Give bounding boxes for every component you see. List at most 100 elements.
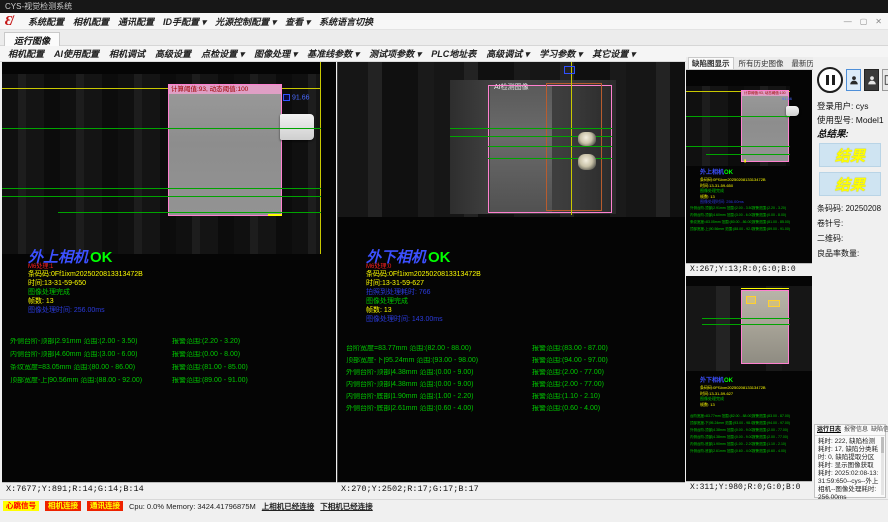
menu-light-config[interactable]: 光源控制配置 ▾: [215, 15, 276, 28]
baseline-yellow-vline: [571, 62, 572, 215]
lower-camera-status: 下相机已经连接: [320, 501, 373, 512]
measurement-row: 外侧台阶-顶部|4.38mm 范围:(0.00 - 9.00)报警范围:(2.0…: [346, 369, 682, 376]
app-window: CYS-视觉检测系统 Ɛ̸ 系统配置 相机配置 通讯配置 ID手配置 ▾ 光源控…: [0, 0, 888, 522]
alarm-range: 报警范围:(0.60 - 4.00): [532, 405, 600, 412]
status-bar: 心跳信号 相机连接 通讯连接 Cpu: 0.0% Memory: 3424.41…: [0, 499, 888, 512]
menu-language-switch[interactable]: 系统语言切换: [319, 15, 373, 28]
menu-comm-config[interactable]: 通讯配置: [118, 15, 154, 28]
mini-result-block: 外上相机OK 条码码:0Ff1ixm2025020813313472B 时间:1…: [700, 170, 766, 205]
tool-advanced-settings[interactable]: 高级设置: [155, 47, 191, 60]
camera-view-upper[interactable]: 计算阈值:93, 动态阈值:100 91.66 外上相机OK M6处理:1 条码…: [2, 62, 336, 482]
tool-other-settings[interactable]: 其它设置 ▾: [592, 47, 635, 60]
result-status: OK: [90, 249, 113, 266]
alarm-range: 报警范围:(1.10 - 2.10): [532, 393, 600, 400]
tool-camera-config[interactable]: 相机配置: [8, 47, 44, 60]
highlight-mark: [768, 300, 780, 307]
measurement-value: 内侧台阶-底部|1.90mm 范围:(1.00 - 2.20): [346, 393, 532, 400]
measure-line: [702, 324, 790, 325]
menu-idhand-config[interactable]: ID手配置 ▾: [163, 15, 206, 28]
qr-code-label: 二维码:: [817, 234, 843, 244]
done-line: 图像处理完成: [366, 297, 481, 306]
result-display-lower: 结果: [819, 172, 881, 196]
log-scrollbar[interactable]: [881, 437, 884, 495]
measure-line: [702, 318, 790, 319]
measurement-row: 外侧台阶-顶部|4.38mm 范围:(0.00 - 9.00)报警范围:(2.0…: [690, 428, 810, 432]
tool-image-process[interactable]: 图像处理 ▾: [254, 47, 297, 60]
measurement-row: 顶部宽度-下|95.24mm 范围:(93.00 - 98.00)报警范围:(9…: [690, 421, 810, 425]
menu-system-config[interactable]: 系统配置: [28, 15, 64, 28]
measurement-value: 顶部宽度-上|90.56mm 范围:(88.00 - 92.00): [10, 377, 172, 384]
measurement-row: 顶部宽度-下|95.24mm 范围:(93.00 - 98.00)报警范围:(9…: [346, 357, 682, 364]
measurement-row: 内侧台阶-顶部|4.60mm 范围:(3.00 - 6.00)报警范围:(0.0…: [10, 351, 334, 358]
baseline-yellow-line: [741, 288, 789, 289]
cursor-readout-lower: X:270;Y:2502;R:17;G:17;B:17: [337, 482, 685, 495]
tab-strip: 运行图像: [0, 30, 888, 46]
measurement-row: 条纹宽度=83.05mm 范围:(80.00 - 86.00)报警范围:(81.…: [10, 364, 334, 371]
alarm-range: 报警范围:(2.20 - 3.20): [172, 338, 240, 345]
camera-view-lower[interactable]: AI检测图像 外下相机OK M6处理:0 条码码:0Ff1ixm20250208…: [337, 62, 685, 482]
tool-plc-table[interactable]: PLC地址表: [431, 47, 476, 60]
preview-view-upper[interactable]: 计算阈值:93, 动态阈值:100 91.66 ▮ 外上相机OK 条码码:0Ff…: [686, 70, 812, 263]
tool-baseline-params[interactable]: 基准线参数 ▾: [307, 47, 359, 60]
frame-line: 帧数: 13: [700, 402, 766, 408]
frame-line: 帧数: 13: [366, 306, 481, 315]
frame-line: 帧数: 13: [28, 297, 143, 306]
menu-camera-config[interactable]: 相机配置: [73, 15, 109, 28]
measurement-value: 顶部宽度-下|95.24mm 范围:(93.00 - 98.00): [690, 421, 752, 425]
preview-tab-all-history[interactable]: 所有历史图像: [736, 58, 787, 69]
result-title: 外上相机OK: [700, 170, 766, 177]
model-row: 使用型号: Model1: [817, 115, 884, 125]
pin-number-label: 卷针号:: [817, 219, 843, 229]
preview-tab-defect[interactable]: 缺陷图显示: [688, 57, 734, 69]
tool-camera-debug[interactable]: 相机调试: [109, 47, 145, 60]
measure-line: [488, 146, 612, 147]
log-tab-defect[interactable]: 缺陷信息: [871, 426, 888, 434]
measurement-value: 条纹宽度=83.05mm 范围:(80.00 - 86.00): [10, 364, 172, 371]
measurement-value: 内侧台阶-顶部|4.60mm 范围:(3.00 - 6.00): [10, 351, 172, 358]
comm-link-badge: 通讯连接: [87, 501, 123, 511]
measurement-row: 外侧台阶-顶部|2.91mm 范围:(2.00 - 3.50)报警范围:(2.2…: [10, 338, 334, 345]
tool-learn-params[interactable]: 学习参数 ▾: [539, 47, 582, 60]
measurement-value: 顶部宽度-上|90.56mm 范围:(88.00 - 92.00): [690, 227, 752, 231]
close-icon[interactable]: ✕: [875, 17, 882, 26]
tool-test-params[interactable]: 测试项参数 ▾: [369, 47, 421, 60]
log-tab-run[interactable]: 运行日志: [817, 426, 841, 434]
tool-ai-config[interactable]: AI使用配置: [54, 47, 99, 60]
login-user-row: 登录用户: cys: [817, 101, 869, 111]
pause-button[interactable]: [817, 67, 843, 93]
maximize-icon[interactable]: ▢: [860, 17, 868, 26]
mini-measurement-list: 台阶宽度=83.77mm 范围:(82.00 - 88.00)报警范围:(83.…: [690, 414, 810, 456]
time-line: 时间:13-31-59-650: [28, 279, 143, 288]
roi-box-icon: [283, 94, 290, 101]
measure-line: [450, 128, 612, 129]
exit-button[interactable]: [882, 69, 888, 91]
minimize-icon[interactable]: —: [844, 17, 852, 26]
measurement-list-upper: 外侧台阶-顶部|2.91mm 范围:(2.00 - 3.50)报警范围:(2.2…: [10, 338, 334, 390]
done-line: 图像处理完成: [28, 288, 143, 297]
measure-tag-value: 91.66: [782, 96, 792, 101]
login-user-button[interactable]: [846, 69, 861, 91]
measurement-row: 内侧台阶-底部|1.90mm 范围:(1.00 - 2.20)报警范围:(1.1…: [346, 393, 682, 400]
measure-line: [58, 212, 321, 213]
operator-button[interactable]: [864, 69, 879, 91]
measurement-row: 内侧台阶-顶部|4.38mm 范围:(0.00 - 9.00)报警范围:(2.0…: [346, 381, 682, 388]
measure-line: [686, 116, 790, 117]
camera-link-badge: 相机连接: [45, 501, 81, 511]
proc-time-line: 图像处理时间: 256.00ms: [28, 306, 143, 315]
yield-count-label: 良品率数量:: [817, 249, 859, 259]
measurement-list-lower: 台阶宽度=83.77mm 范围:(82.00 - 88.00)报警范围:(83.…: [346, 345, 682, 417]
scroll-thumb[interactable]: [881, 437, 884, 453]
barcode-line: 条码码:0Ff1ixm2025020813313472B: [28, 270, 143, 279]
menu-bar: Ɛ̸ 系统配置 相机配置 通讯配置 ID手配置 ▾ 光源控制配置 ▾ 查看 ▾ …: [0, 13, 888, 30]
result-title: 外下相机OK: [700, 378, 766, 385]
tool-spotcheck-settings[interactable]: 点检设置 ▾: [201, 47, 244, 60]
proc-time-line: 图像处理时间: 143.00ms: [366, 315, 481, 324]
measurement-value: 外侧台阶-底部|2.61mm 范围:(0.60 - 4.00): [690, 449, 752, 453]
menu-view[interactable]: 查看 ▾: [285, 15, 310, 28]
log-tab-alarm[interactable]: 报警信息: [844, 426, 868, 434]
preview-view-lower[interactable]: 外下相机OK 条码码:0Ff1ixm2025020813313472B 时间:1…: [686, 276, 812, 481]
measure-line: [706, 154, 790, 155]
measurement-row: 顶部宽度-上|90.56mm 范围:(88.00 - 92.00)报警范围:(8…: [690, 227, 810, 231]
tool-advanced-debug[interactable]: 高级调试 ▾: [486, 47, 529, 60]
window-controls: — ▢ ✕: [844, 13, 882, 30]
